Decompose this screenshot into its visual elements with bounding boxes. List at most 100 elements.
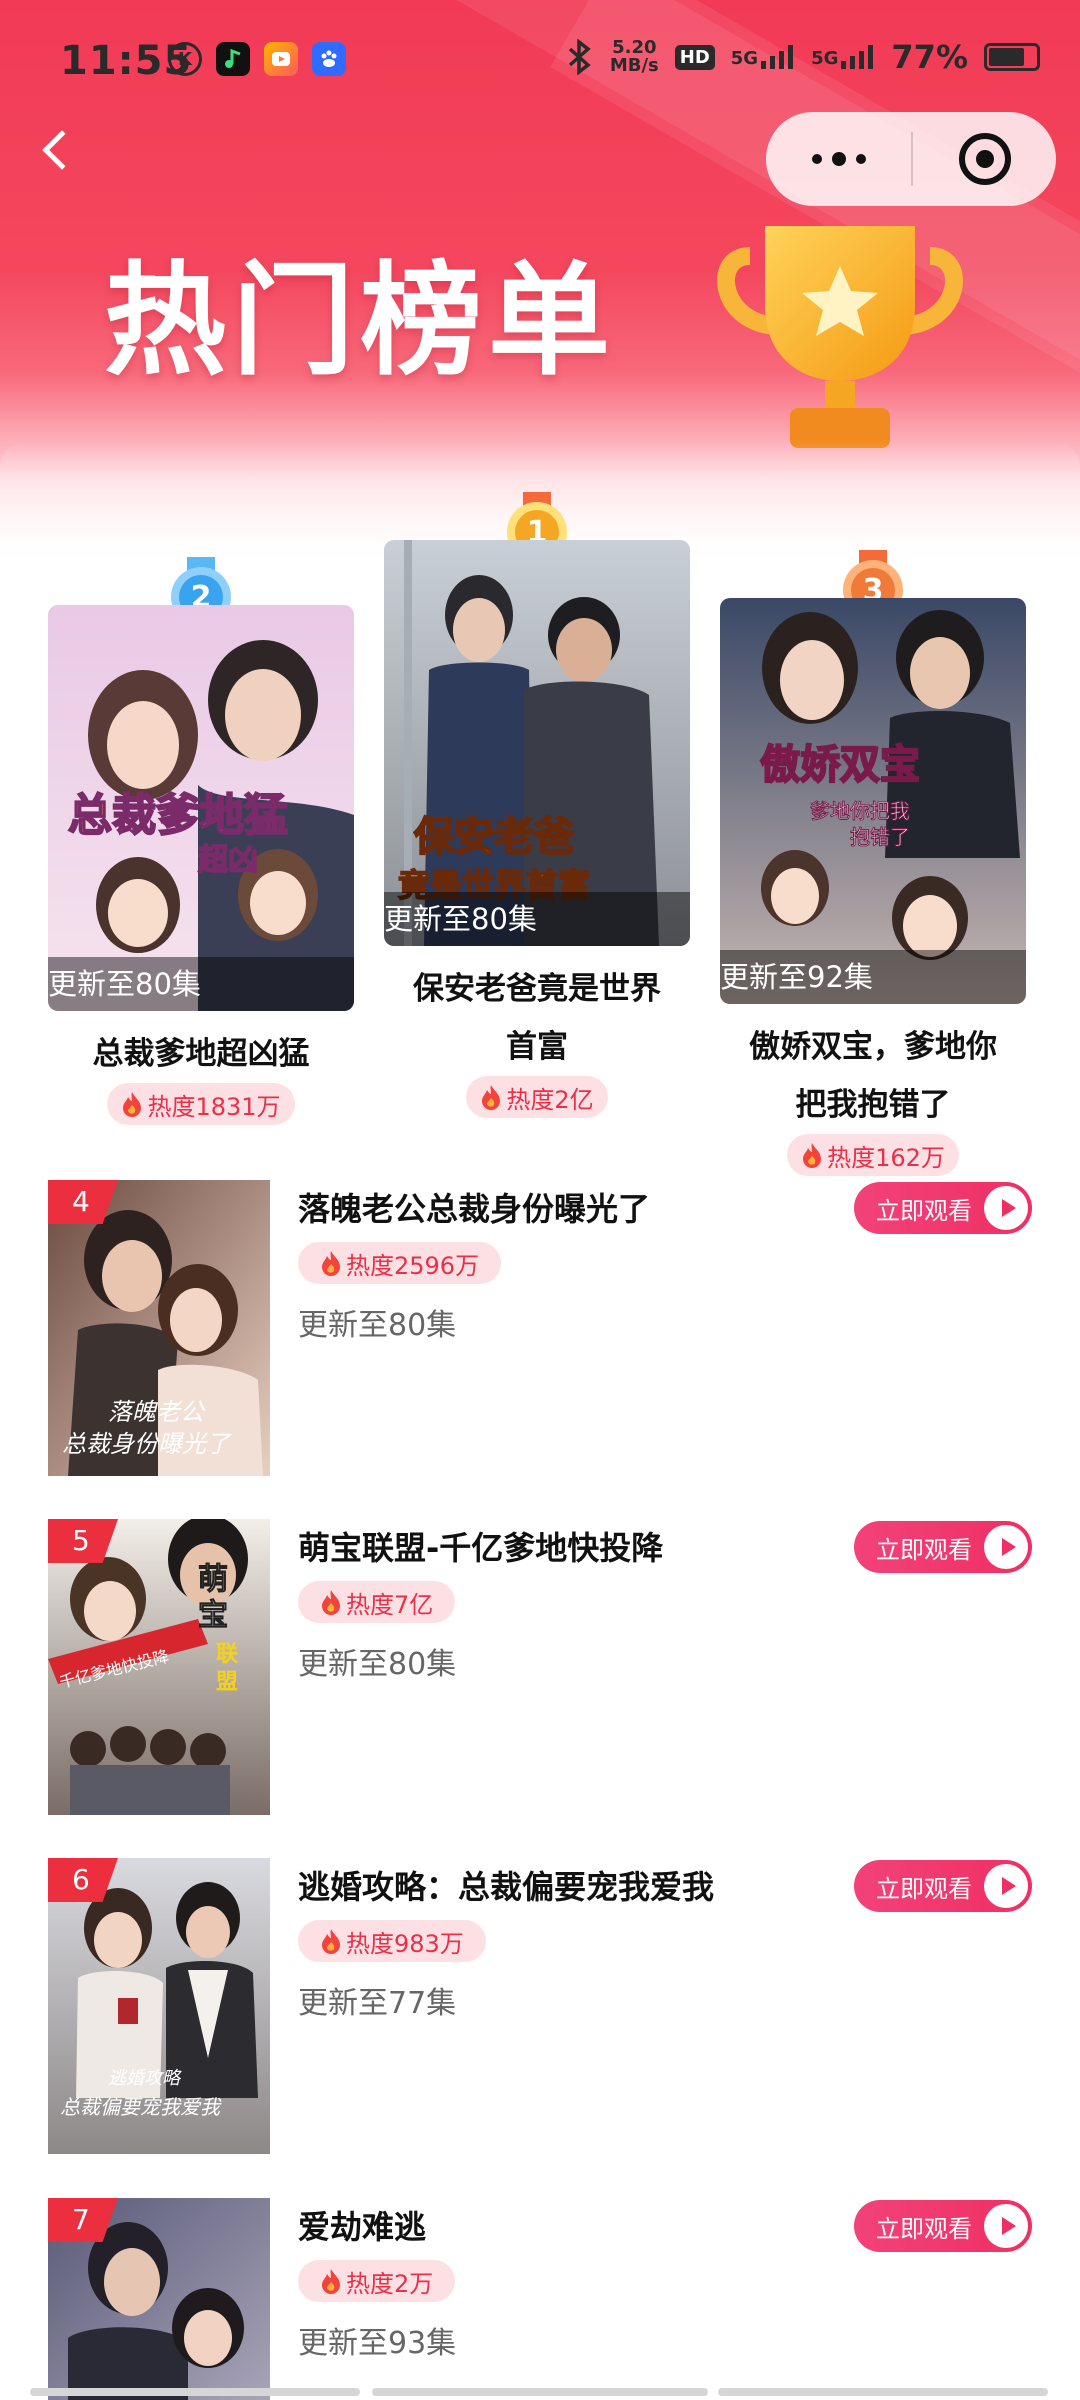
heat-badge: 热度983万 [298, 1920, 486, 1962]
drama-title[interactable]: 爱劫难逃 [298, 2202, 426, 2248]
poster-image: 保安老爸 竟是世界首富 [384, 540, 690, 946]
episode-count: 更新至80集 [298, 1647, 457, 1682]
heat-value: 热度2亿 [506, 1085, 594, 1114]
heat-badge: 热度2596万 [298, 1242, 502, 1284]
signal-bars-icon [841, 45, 874, 69]
list-item[interactable]: 千亿爹地快投降 萌 宝 联 盟 5 萌宝联盟-千亿爹地快投降 热度7亿 更新至8… [48, 1519, 1032, 1815]
watch-now-button[interactable]: 立即观看 [854, 2200, 1032, 2252]
flame-icon [322, 1590, 340, 1615]
dot [855, 154, 866, 164]
poster[interactable]: 保安老爸 竟是世界首富 更新至80集 [384, 540, 690, 946]
poster-image: 千亿爹地快投降 萌 宝 联 盟 [48, 1519, 270, 1815]
top-card-rank-3[interactable]: 3 傲娇双宝 爹地你把我 抱错了 更新至92集 傲娇双宝，爹地你 把我抱错了 热… [720, 550, 1026, 1176]
drama-title: 总裁爹地超凶猛 [48, 1025, 354, 1083]
target-close-icon [958, 133, 1011, 185]
drama-title[interactable]: 萌宝联盟-千亿爹地快投降 [298, 1523, 663, 1569]
flame-icon [482, 1085, 501, 1110]
back-button[interactable] [26, 120, 86, 180]
flame-icon [322, 1929, 340, 1954]
bottom-tab-indicators [0, 2388, 1080, 2400]
list-item[interactable]: 逃婚攻略 总裁偏要宠我爱我 6 逃婚攻略：总裁偏要宠我爱我 热度983万 更新至… [48, 1858, 1032, 2154]
video-app-icon [264, 42, 298, 76]
heat-wrap: 热度2亿 [384, 1076, 690, 1118]
heat-value: 热度7亿 [346, 1590, 434, 1619]
svg-text:逃婚攻略: 逃婚攻略 [108, 2068, 182, 2089]
svg-text:总裁身份曝光了: 总裁身份曝光了 [62, 1430, 232, 1458]
status-notification-icons: K [168, 42, 346, 76]
poster[interactable]: 7 [48, 2198, 270, 2400]
svg-text:落魄老公: 落魄老公 [108, 1398, 206, 1426]
signal-bars-icon [761, 45, 794, 69]
poster-image: 傲娇双宝 爹地你把我 抱错了 [720, 598, 1026, 1004]
poster[interactable]: 落魄老公 总裁身份曝光了 4 [48, 1180, 270, 1476]
more-button[interactable] [766, 152, 911, 166]
poster[interactable]: 总裁爹地猛 超凶 更新至80集 [48, 605, 354, 1011]
heat-badge: 热度162万 [787, 1134, 959, 1176]
poster-image: 逃婚攻略 总裁偏要宠我爱我 [48, 1858, 270, 2154]
play-icon [984, 1525, 1028, 1569]
close-miniapp-button[interactable] [913, 133, 1056, 185]
drama-title[interactable]: 逃婚攻略：总裁偏要宠我爱我 [298, 1862, 714, 1908]
play-icon [984, 1864, 1028, 1908]
poster-image: 总裁爹地猛 超凶 [48, 605, 354, 1011]
dot [831, 152, 846, 166]
episode-count: 更新至93集 [298, 2326, 457, 2361]
play-icon [984, 1186, 1028, 1230]
list-item[interactable]: 落魄老公 总裁身份曝光了 4 落魄老公总裁身份曝光了 热度2596万 更新至80… [48, 1180, 1032, 1476]
flame-icon [322, 2269, 340, 2294]
page-title: 热门榜单 [104, 250, 616, 392]
list-item[interactable]: 7 爱劫难逃 热度2万 更新至93集 立即观看 [48, 2198, 1032, 2400]
svg-text:超凶: 超凶 [198, 843, 258, 878]
heat-value: 热度162万 [827, 1143, 945, 1172]
watch-now-label: 立即观看 [876, 1535, 972, 1564]
svg-text:萌: 萌 [198, 1562, 228, 1597]
heat-badge: 热度7亿 [298, 1581, 456, 1623]
tab-indicator [372, 2388, 708, 2396]
k-app-icon: K [168, 42, 202, 76]
watch-now-label: 立即观看 [876, 2214, 972, 2243]
flame-icon [322, 1251, 340, 1276]
drama-title: 保安老爸竟是世界 首富 [384, 960, 690, 1076]
tab-indicator [30, 2388, 360, 2396]
watch-now-button[interactable]: 立即观看 [854, 1521, 1032, 1573]
drama-title-line-2: 首富 [506, 1029, 568, 1065]
poster[interactable]: 逃婚攻略 总裁偏要宠我爱我 6 [48, 1858, 270, 2154]
top-card-rank-1[interactable]: 1 保安老爸 竟是世界首富 更新至80集 保安老爸竟是世界 首富 热度2亿 [384, 492, 690, 1118]
episode-count: 更新至80集 [384, 892, 690, 946]
play-icon [984, 2204, 1028, 2248]
network-speed: 5.20 MB/s [610, 39, 659, 75]
music-app-icon [216, 42, 250, 76]
baidu-app-icon [312, 42, 346, 76]
trophy-icon [717, 226, 963, 448]
flame-icon [123, 1092, 142, 1117]
svg-text:保安老爸: 保安老爸 [414, 814, 574, 860]
svg-text:傲娇双宝: 傲娇双宝 [760, 742, 920, 788]
episode-count: 更新至77集 [298, 1986, 457, 2021]
svg-text:盟: 盟 [216, 1670, 238, 1695]
drama-title: 傲娇双宝，爹地你 把我抱错了 [720, 1018, 1026, 1134]
poster-image: 落魄老公 总裁身份曝光了 [48, 1180, 270, 1476]
episode-count: 更新至92集 [720, 950, 1026, 1004]
poster[interactable]: 千亿爹地快投降 萌 宝 联 盟 5 [48, 1519, 270, 1815]
watch-now-button[interactable]: 立即观看 [854, 1182, 1032, 1234]
drama-title-line-2: 把我抱错了 [795, 1087, 951, 1123]
drama-title-line-1: 保安老爸竟是世界 [413, 971, 661, 1007]
poster[interactable]: 傲娇双宝 爹地你把我 抱错了 更新至92集 [720, 598, 1026, 1004]
watch-now-button[interactable]: 立即观看 [854, 1860, 1032, 1912]
heat-badge: 热度2亿 [466, 1076, 608, 1118]
heat-wrap: 热度1831万 [48, 1083, 354, 1125]
heat-value: 热度1831万 [147, 1092, 281, 1121]
watch-now-label: 立即观看 [876, 1874, 972, 1903]
drama-title[interactable]: 落魄老公总裁身份曝光了 [298, 1184, 650, 1230]
battery-icon [984, 43, 1040, 71]
episode-count: 更新至80集 [48, 957, 354, 1011]
svg-text:爹地你把我: 爹地你把我 [810, 799, 910, 823]
chevron-left-icon [42, 130, 82, 170]
heat-badge: 热度2万 [298, 2260, 456, 2302]
top-card-rank-2[interactable]: 2 总裁爹地猛 超凶 更新至80集 总裁爹地超凶猛 热度1831万 [48, 557, 354, 1125]
status-bar: 11:55 K 5.20 MB/s HD 5G 5G 77% [0, 0, 1080, 120]
heat-value: 热度983万 [346, 1929, 464, 1958]
tab-indicator [718, 2388, 1048, 2396]
signal-2-label: 5G [811, 48, 839, 69]
drama-title-line-1: 总裁爹地超凶猛 [92, 1036, 310, 1072]
